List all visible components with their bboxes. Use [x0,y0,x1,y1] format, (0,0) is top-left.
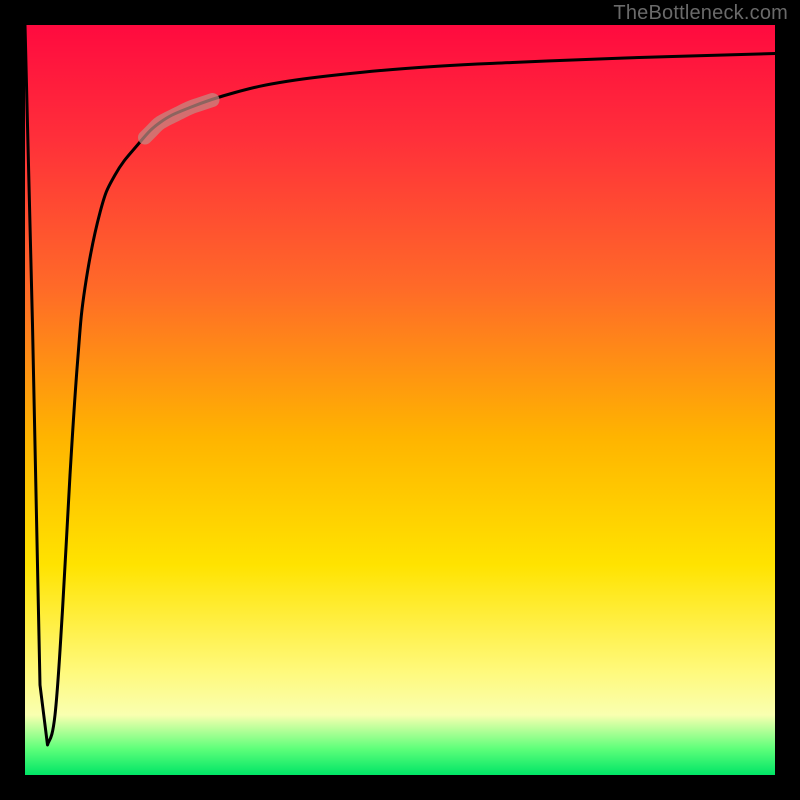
bottleneck-curve [25,25,775,745]
watermark-text: TheBottleneck.com [613,2,788,25]
bottleneck-highlight-segment [145,100,213,138]
plot-area [25,25,775,775]
curve-layer [25,25,775,775]
chart-frame: TheBottleneck.com [0,0,800,800]
